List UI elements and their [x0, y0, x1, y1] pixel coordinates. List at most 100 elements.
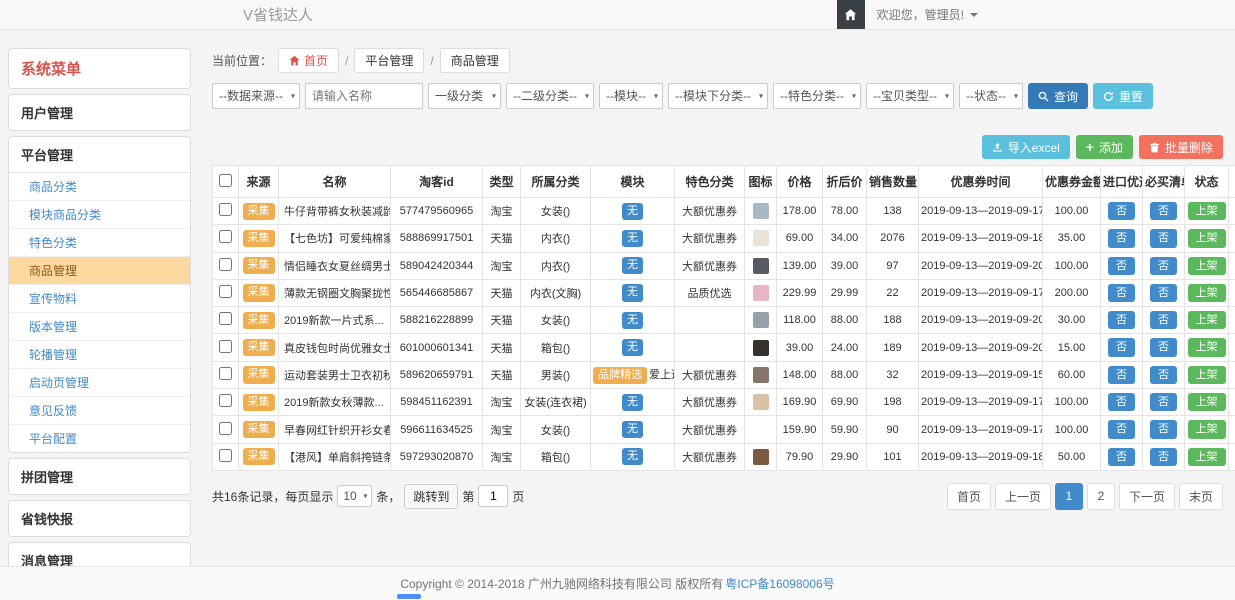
must-buy-toggle-button[interactable]: 否	[1150, 311, 1177, 329]
home-button[interactable]	[837, 0, 865, 29]
sidebar-subitem-6[interactable]: 轮播管理	[9, 341, 190, 369]
status-button[interactable]: 上架	[1188, 311, 1226, 329]
filter-select-2[interactable]: 一级分类	[428, 83, 501, 109]
imported-toggle-button[interactable]: 否	[1108, 202, 1135, 220]
imported-toggle-button[interactable]: 否	[1108, 393, 1135, 411]
status-button[interactable]: 上架	[1188, 366, 1226, 384]
row-checkbox[interactable]	[219, 367, 232, 380]
imported-toggle-button[interactable]: 否	[1108, 338, 1135, 356]
reset-button[interactable]: 重置	[1093, 83, 1153, 109]
row-checkbox[interactable]	[219, 230, 232, 243]
filter-select-8[interactable]: --状态--	[959, 83, 1023, 109]
module-badge: 无	[622, 312, 643, 329]
source-badge: 采集	[243, 394, 275, 411]
sidebar-subitem-7[interactable]: 启动页管理	[9, 369, 190, 397]
price: 229.99	[777, 279, 823, 306]
imported-toggle-button[interactable]: 否	[1108, 284, 1135, 302]
imported-toggle-button[interactable]: 否	[1108, 257, 1135, 275]
imported-toggle-button[interactable]: 否	[1108, 420, 1135, 438]
sidebar-item-3[interactable]: 省钱快报	[9, 501, 190, 536]
sidebar-subitem-0[interactable]: 商品分类	[9, 173, 190, 201]
select-all-checkbox[interactable]	[219, 174, 232, 187]
filter-select-0[interactable]: --数据来源--	[212, 83, 300, 109]
caret-down-icon	[970, 13, 978, 17]
product-name: 2019新款女秋薄款...	[279, 389, 391, 416]
import-excel-button[interactable]: 导入excel	[982, 135, 1070, 159]
must-buy-toggle-button[interactable]: 否	[1150, 420, 1177, 438]
row-checkbox[interactable]	[219, 203, 232, 216]
source-badge: 采集	[243, 284, 275, 301]
price: 148.00	[777, 361, 823, 388]
must-buy-toggle-button[interactable]: 否	[1150, 366, 1177, 384]
imported-toggle-button[interactable]: 否	[1108, 229, 1135, 247]
row-checkbox[interactable]	[219, 285, 232, 298]
status-button[interactable]: 上架	[1188, 229, 1226, 247]
status-button[interactable]: 上架	[1188, 448, 1226, 466]
per-page-select[interactable]: 10	[337, 485, 372, 507]
breadcrumb-home[interactable]: 首页	[278, 48, 339, 73]
status-button[interactable]: 上架	[1188, 202, 1226, 220]
sidebar-subitem-3[interactable]: 商品管理	[9, 257, 190, 285]
price: 159.90	[777, 416, 823, 443]
must-buy-toggle-button[interactable]: 否	[1150, 284, 1177, 302]
sidebar-item-1[interactable]: 平台管理	[9, 137, 190, 172]
must-buy-toggle-button[interactable]: 否	[1150, 448, 1177, 466]
row-checkbox[interactable]	[219, 312, 232, 325]
status-button[interactable]: 上架	[1188, 338, 1226, 356]
page-button-2[interactable]: 1	[1055, 483, 1083, 510]
row-checkbox[interactable]	[219, 340, 232, 353]
filter-select-3[interactable]: --二级分类--	[506, 83, 594, 109]
sidebar-subitem-8[interactable]: 意见反馈	[9, 397, 190, 425]
sidebar-subitem-2[interactable]: 特色分类	[9, 229, 190, 257]
batch-delete-button[interactable]: 批量删除	[1139, 135, 1223, 159]
jump-page-input[interactable]	[478, 485, 508, 507]
page-button-4[interactable]: 下一页	[1119, 483, 1175, 510]
name-search-input[interactable]	[305, 83, 423, 109]
filter-select-5[interactable]: --模块下分类--	[668, 83, 768, 109]
status-button[interactable]: 上架	[1188, 420, 1226, 438]
status-button[interactable]: 上架	[1188, 284, 1226, 302]
table-row: 采集情侣睡衣女夏丝绸男士...589042420344淘宝内衣()无大额优惠券1…	[213, 252, 1235, 279]
user-menu[interactable]: 欢迎您，管理员!	[865, 0, 990, 29]
breadcrumb-item-platform[interactable]: 平台管理	[354, 48, 424, 73]
must-buy-toggle-button[interactable]: 否	[1150, 338, 1177, 356]
must-buy-toggle-button[interactable]: 否	[1150, 257, 1177, 275]
imported-toggle-button[interactable]: 否	[1108, 448, 1135, 466]
page-button-0[interactable]: 首页	[947, 483, 991, 510]
taoke-id: 565446685867	[391, 279, 483, 306]
taoke-id: 598451162391	[391, 389, 483, 416]
must-buy-toggle-button[interactable]: 否	[1150, 202, 1177, 220]
horizontal-scrollbar-thumb[interactable]	[397, 594, 421, 599]
sidebar-subitem-9[interactable]: 平台配置	[9, 425, 190, 452]
sidebar-item-2[interactable]: 拼团管理	[9, 459, 190, 494]
column-header-10: 销售数量	[867, 166, 919, 198]
filter-select-wrap: --状态--▾	[959, 83, 1023, 109]
page-button-3[interactable]: 2	[1087, 483, 1115, 510]
sidebar-item-0[interactable]: 用户管理	[9, 95, 190, 130]
sidebar-subitem-5[interactable]: 版本管理	[9, 313, 190, 341]
product-thumbnail	[753, 285, 769, 301]
imported-toggle-button[interactable]: 否	[1108, 366, 1135, 384]
add-button[interactable]: + 添加	[1076, 135, 1133, 159]
page-button-5[interactable]: 末页	[1179, 483, 1223, 510]
sidebar-subitem-1[interactable]: 模块商品分类	[9, 201, 190, 229]
coupon-amount: 100.00	[1043, 416, 1101, 443]
sidebar-item-4[interactable]: 消息管理	[9, 543, 190, 566]
row-checkbox[interactable]	[219, 394, 232, 407]
filter-select-4[interactable]: --模块--	[599, 83, 663, 109]
row-checkbox[interactable]	[219, 422, 232, 435]
must-buy-toggle-button[interactable]: 否	[1150, 393, 1177, 411]
icp-link[interactable]: 粤ICP备16098006号	[725, 575, 834, 592]
filter-select-6[interactable]: --特色分类--	[773, 83, 861, 109]
page-button-1[interactable]: 上一页	[995, 483, 1051, 510]
must-buy-toggle-button[interactable]: 否	[1150, 229, 1177, 247]
search-button[interactable]: 查询	[1028, 83, 1088, 109]
row-checkbox[interactable]	[219, 258, 232, 271]
imported-toggle-button[interactable]: 否	[1108, 311, 1135, 329]
row-checkbox[interactable]	[219, 449, 232, 462]
sidebar-subitem-4[interactable]: 宣传物料	[9, 285, 190, 313]
jump-button[interactable]: 跳转到	[404, 484, 458, 509]
status-button[interactable]: 上架	[1188, 257, 1226, 275]
status-button[interactable]: 上架	[1188, 393, 1226, 411]
filter-select-7[interactable]: --宝贝类型--	[866, 83, 954, 109]
